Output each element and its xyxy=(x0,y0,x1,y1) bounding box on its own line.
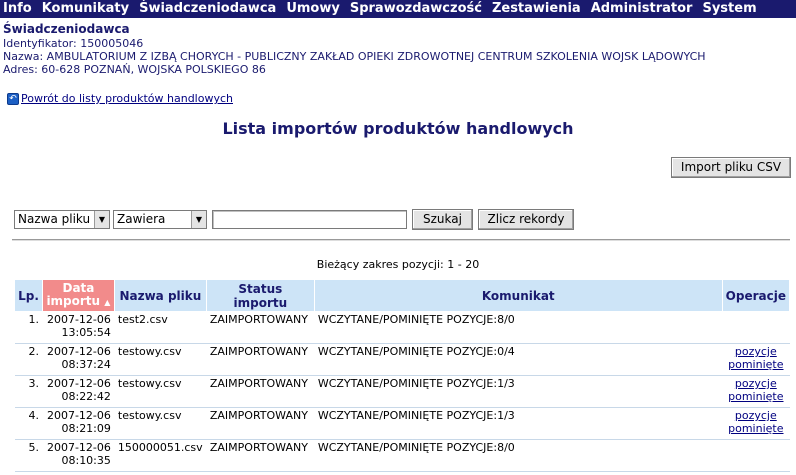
row-ops: pozycje pominięte xyxy=(722,343,791,376)
row-lp: 1. xyxy=(14,311,43,344)
menu-item-system[interactable]: System xyxy=(697,0,761,18)
row-status: ZAIMPORTOWANY xyxy=(206,407,315,440)
count-records-button[interactable]: Zlicz rekordy xyxy=(478,209,574,230)
row-status: ZAIMPORTOWANY xyxy=(206,311,315,344)
row-lp: 4. xyxy=(14,407,43,440)
row-message: WCZYTANE/POMINIĘTE POZYCJE:8/0 xyxy=(314,439,723,472)
row-date-time: 08:21:09 xyxy=(61,422,111,435)
row-ops xyxy=(722,439,791,472)
row-date: 2007-12-06 13:05:54 xyxy=(42,311,115,344)
row-date-day: 2007-12-06 xyxy=(46,441,111,454)
menu-item-swiadczeniodawca[interactable]: Świadczeniodawca xyxy=(134,0,281,18)
header-date-line1: Data xyxy=(62,281,95,295)
row-lp: 5. xyxy=(14,439,43,472)
row-date: 2007-12-06 08:22:42 xyxy=(42,375,115,408)
table-row: 1. 2007-12-06 13:05:54 test2.csv ZAIMPORT… xyxy=(14,311,791,344)
row-lp: 2. xyxy=(14,343,43,376)
imports-table: Lp. Data importu ▲ Nazwa pliku Status im… xyxy=(14,279,791,472)
operator-select-value: Zawiera xyxy=(117,212,166,226)
chevron-down-icon[interactable]: ▼ xyxy=(191,211,206,228)
table-row: 5. 2007-12-06 08:10:35 150000051.csv ZAIM… xyxy=(14,439,791,472)
table-body: 1. 2007-12-06 13:05:54 test2.csv ZAIMPORT… xyxy=(14,311,791,472)
field-select[interactable]: Nazwa pliku ▼ xyxy=(14,210,110,229)
menu-item-info[interactable]: Info xyxy=(0,0,37,18)
row-status: ZAIMPORTOWANY xyxy=(206,343,315,376)
row-file: testowy.csv xyxy=(114,375,207,408)
table-row: 3. 2007-12-06 08:22:42 testowy.csv ZAIMPO… xyxy=(14,375,791,408)
provider-name: Nazwa: AMBULATORIUM Z IZBĄ CHORYCH - PUB… xyxy=(3,50,706,63)
row-date-time: 08:22:42 xyxy=(61,390,111,403)
row-message: WCZYTANE/POMINIĘTE POZYCJE:0/4 xyxy=(314,343,723,376)
menu-item-komunikaty[interactable]: Komunikaty xyxy=(37,0,134,18)
row-status: ZAIMPORTOWANY xyxy=(206,375,315,408)
menu-item-sprawozdawczosc[interactable]: Sprawozdawczość xyxy=(345,0,487,18)
row-file: testowy.csv xyxy=(114,407,207,440)
row-status: ZAIMPORTOWANY xyxy=(206,439,315,472)
row-date: 2007-12-06 08:21:09 xyxy=(42,407,115,440)
back-arrow-icon[interactable]: ↶ xyxy=(7,92,19,105)
header-lp: Lp. xyxy=(14,279,43,312)
back-link-row: ↶ Powrót do listy produktów handlowych xyxy=(7,92,233,105)
search-button[interactable]: Szukaj xyxy=(412,209,473,230)
row-ops: pozycje pominięte xyxy=(722,407,791,440)
chevron-down-icon[interactable]: ▼ xyxy=(94,211,109,228)
import-csv-button[interactable]: Import pliku CSV xyxy=(671,157,791,178)
field-select-value: Nazwa pliku xyxy=(18,212,91,226)
skipped-items-link[interactable]: pozycje xyxy=(735,345,777,358)
menu-item-administrator[interactable]: Administrator xyxy=(586,0,698,18)
row-date-day: 2007-12-06 xyxy=(46,377,111,390)
range-text: Bieżący zakres pozycji: 1 - 20 xyxy=(316,258,480,271)
skipped-items-link[interactable]: pozycje xyxy=(735,377,777,390)
row-date-day: 2007-12-06 xyxy=(46,345,111,358)
row-message: WCZYTANE/POMINIĘTE POZYCJE:1/3 xyxy=(314,375,723,408)
sort-ascending-icon[interactable]: ▲ xyxy=(104,298,110,307)
row-ops: pozycje pominięte xyxy=(722,375,791,408)
row-date-day: 2007-12-06 xyxy=(46,409,111,422)
header-date[interactable]: Data importu ▲ xyxy=(41,279,115,312)
provider-address: Adres: 60-628 POZNAŃ, WOJSKA POLSKIEGO 8… xyxy=(3,63,266,76)
row-date-time: 13:05:54 xyxy=(61,326,111,339)
skipped-items-link[interactable]: pozycje xyxy=(735,409,777,422)
search-input[interactable] xyxy=(212,210,407,229)
row-date: 2007-12-06 08:10:35 xyxy=(42,439,115,472)
row-message: WCZYTANE/POMINIĘTE POZYCJE:8/0 xyxy=(314,311,723,344)
header-ops: Operacje xyxy=(721,279,791,312)
back-link[interactable]: Powrót do listy produktów handlowych xyxy=(21,92,233,105)
row-message: WCZYTANE/POMINIĘTE POZYCJE:1/3 xyxy=(314,407,723,440)
table-header-row: Lp. Data importu ▲ Nazwa pliku Status im… xyxy=(14,279,791,312)
provider-info: Świadczeniodawca Identyfikator: 15000504… xyxy=(3,22,706,77)
row-date-time: 08:10:35 xyxy=(61,454,111,467)
menu-item-umowy[interactable]: Umowy xyxy=(281,0,345,18)
row-ops xyxy=(722,311,791,344)
row-file: 150000051.csv xyxy=(114,439,207,472)
row-date-day: 2007-12-06 xyxy=(46,313,111,326)
skipped-items-link[interactable]: pominięte xyxy=(728,422,783,435)
row-lp: 3. xyxy=(14,375,43,408)
header-status[interactable]: Status importu xyxy=(205,279,315,312)
provider-title: Świadczeniodawca xyxy=(3,22,130,36)
header-file[interactable]: Nazwa pliku xyxy=(113,279,207,312)
skipped-items-link[interactable]: pominięte xyxy=(728,358,783,371)
table-row: 2. 2007-12-06 08:37:24 testowy.csv ZAIMPO… xyxy=(14,343,791,376)
menu-item-zestawienia[interactable]: Zestawienia xyxy=(487,0,586,18)
row-file: testowy.csv xyxy=(114,343,207,376)
row-date-time: 08:37:24 xyxy=(61,358,111,371)
row-date: 2007-12-06 08:37:24 xyxy=(42,343,115,376)
operator-select[interactable]: Zawiera ▼ xyxy=(113,210,207,229)
page-title: Lista importów produktów handlowych xyxy=(222,119,574,138)
header-date-line2: importu xyxy=(46,294,101,308)
divider xyxy=(12,239,790,241)
top-menu: Info Komunikaty Świadczeniodawca Umowy S… xyxy=(0,0,796,18)
skipped-items-link[interactable]: pominięte xyxy=(728,390,783,403)
row-file: test2.csv xyxy=(114,311,207,344)
table-row: 4. 2007-12-06 08:21:09 testowy.csv ZAIMPO… xyxy=(14,407,791,440)
provider-id: Identyfikator: 150005046 xyxy=(3,37,144,50)
header-message[interactable]: Komunikat xyxy=(313,279,723,312)
